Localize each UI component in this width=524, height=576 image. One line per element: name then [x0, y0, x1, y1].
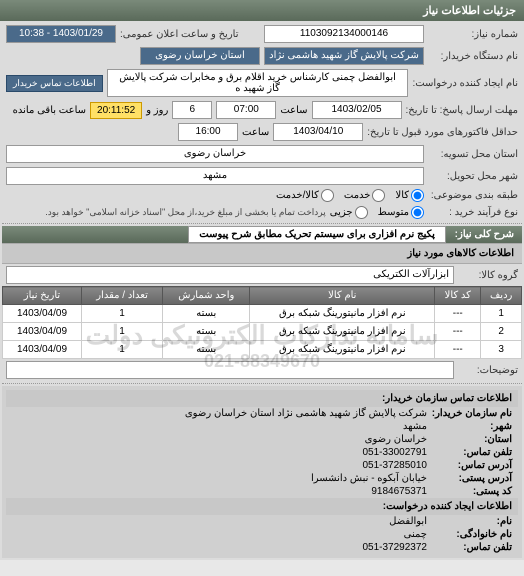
class-radio-group: کالا خدمت کالا/خدمت: [276, 189, 424, 202]
factor-time: 16:00: [178, 123, 238, 141]
org-postaddr: خیابان آبکوه - نبش دانشسرا: [311, 473, 427, 484]
deadline-date: 1403/02/05: [312, 101, 402, 119]
org-name-label: نام سازمان خریدار:: [427, 408, 512, 419]
deadline-time: 07:00: [216, 101, 276, 119]
cell-qty: 1: [81, 323, 162, 341]
cell-name: نرم افزار مانیتورینگ شبکه برق: [250, 341, 435, 359]
remain-days-label: روز و: [146, 105, 168, 116]
need-no-field: 1103092134000146: [264, 25, 424, 43]
group-label: گروه کالا:: [458, 270, 518, 281]
factor-label: حداقل فاکتورهای مورد قبول تا تاریخ:: [367, 127, 518, 138]
process-note: پرداخت تمام یا بخشی از مبلغ خرید،از محل …: [45, 207, 325, 218]
table-row[interactable]: 1---نرم افزار مانیتورینگ شبکه برقبسته114…: [3, 305, 522, 323]
org-addr: 051-37285010: [362, 460, 427, 471]
factor-date: 1403/04/10: [273, 123, 363, 141]
cell-idx: 3: [481, 341, 522, 359]
remain-days: 6: [172, 101, 212, 119]
col-unit: واحد شمارش: [163, 287, 250, 305]
col-idx: ردیف: [481, 287, 522, 305]
cell-unit: بسته: [163, 305, 250, 323]
item-desc-field: [6, 361, 454, 379]
buyer-field-1: شرکت پالایش گاز شهید هاشمی نژاد: [264, 47, 424, 65]
org-postcode: 9184675371: [371, 486, 427, 497]
fname-label: نام:: [427, 516, 512, 527]
items-section-title: اطلاعات کالاهای مورد نیاز: [2, 243, 522, 264]
cell-code: ---: [435, 341, 481, 359]
buyer-field-2: استان خراسان رضوی: [140, 47, 260, 65]
buyer-contact-button[interactable]: اطلاعات تماس خریدار: [6, 75, 103, 92]
org-province-label: استان:: [427, 434, 512, 445]
radio-medium[interactable]: متوسط: [378, 206, 424, 219]
items-table: ردیف کد کالا نام کالا واحد شمارش تعداد /…: [2, 286, 522, 359]
creator-phone: 051-37292372: [362, 542, 427, 553]
org-postcode-label: کد پستی:: [427, 486, 512, 497]
city-field: مشهد: [6, 167, 424, 185]
requester-label: نام ایجاد کننده درخواست:: [412, 78, 518, 89]
cell-idx: 2: [481, 323, 522, 341]
lname-label: نام خانوادگی:: [427, 529, 512, 540]
time-label: ساعت: [280, 105, 307, 116]
province-field: خراسان رضوی: [6, 145, 424, 163]
creator-title: اطلاعات ایجاد کننده درخواست:: [6, 498, 518, 515]
cell-qty: 1: [81, 341, 162, 359]
table-row[interactable]: 2---نرم افزار مانیتورینگ شبکه برقبسته114…: [3, 323, 522, 341]
cell-name: نرم افزار مانیتورینگ شبکه برق: [250, 305, 435, 323]
org-city-label: شهر:: [427, 421, 512, 432]
tab-title: جزئیات اطلاعات نیاز: [0, 0, 524, 21]
org-contact-title: اطلاعات تماس سازمان خریدار:: [6, 390, 518, 407]
factor-time-label: ساعت: [242, 127, 269, 138]
city-label: شهر محل تحویل:: [428, 171, 518, 182]
buyer-label: نام دستگاه خریدار:: [428, 51, 518, 62]
col-name: نام کالا: [250, 287, 435, 305]
radio-khedmat[interactable]: خدمت: [344, 189, 386, 202]
announce-value: 1403/01/29 - 10:38: [6, 25, 116, 43]
province-label: استان محل تسویه:: [428, 149, 518, 160]
cell-idx: 1: [481, 305, 522, 323]
desc-value: پکیج نرم افزاری برای سیستم تحریک مطابق ش…: [188, 226, 446, 243]
radio-kala[interactable]: کالا: [395, 189, 424, 202]
item-desc-label: توضیحات:: [458, 365, 518, 376]
cell-code: ---: [435, 305, 481, 323]
radio-minor[interactable]: جزیی: [330, 206, 368, 219]
cell-unit: بسته: [163, 341, 250, 359]
deadline-label: مهلت ارسال پاسخ: تا تاریخ:: [406, 105, 518, 116]
countdown-timer: 20:11:52: [90, 102, 142, 119]
cell-date: 1403/04/09: [3, 305, 82, 323]
col-qty: تعداد / مقدار: [81, 287, 162, 305]
cell-name: نرم افزار مانیتورینگ شبکه برق: [250, 323, 435, 341]
cell-date: 1403/04/09: [3, 323, 82, 341]
org-name: شرکت پالایش گاز شهید هاشمی نژاد استان خر…: [185, 408, 427, 419]
radio-both[interactable]: کالا/خدمت: [276, 189, 334, 202]
process-label: نوع فرآیند خرید :: [428, 207, 518, 218]
org-city: مشهد: [403, 421, 427, 432]
cell-code: ---: [435, 323, 481, 341]
org-phone: 051-33002791: [362, 447, 427, 458]
org-addr-label: آدرس تماس:: [427, 460, 512, 471]
lname: چمنی: [404, 529, 427, 540]
org-phone-label: تلفن تماس:: [427, 447, 512, 458]
cell-qty: 1: [81, 305, 162, 323]
col-code: کد کالا: [435, 287, 481, 305]
process-radio-group: متوسط جزیی: [330, 206, 424, 219]
fname: ابوالفضل: [389, 516, 427, 527]
remain-label: ساعت باقی مانده: [13, 105, 86, 116]
creator-phone-label: تلفن تماس:: [427, 542, 512, 553]
desc-label: شرح کلی نیاز:: [455, 229, 514, 240]
group-field: ابزارآلات الکتریکی: [6, 266, 454, 284]
requester-field: ابوالفضل چمنی کارشناس خرید اقلام برق و م…: [107, 69, 409, 97]
col-date: تاریخ نیاز: [3, 287, 82, 305]
org-province: خراسان رضوی: [365, 434, 427, 445]
org-postaddr-label: آدرس پستی:: [427, 473, 512, 484]
cell-unit: بسته: [163, 323, 250, 341]
class-label: طبقه بندی موضوعی:: [428, 190, 518, 201]
announce-label: تاریخ و ساعت اعلان عمومی:: [120, 29, 239, 40]
need-no-label: شماره نیاز:: [428, 29, 518, 40]
table-row[interactable]: 3---نرم افزار مانیتورینگ شبکه برقبسته114…: [3, 341, 522, 359]
cell-date: 1403/04/09: [3, 341, 82, 359]
